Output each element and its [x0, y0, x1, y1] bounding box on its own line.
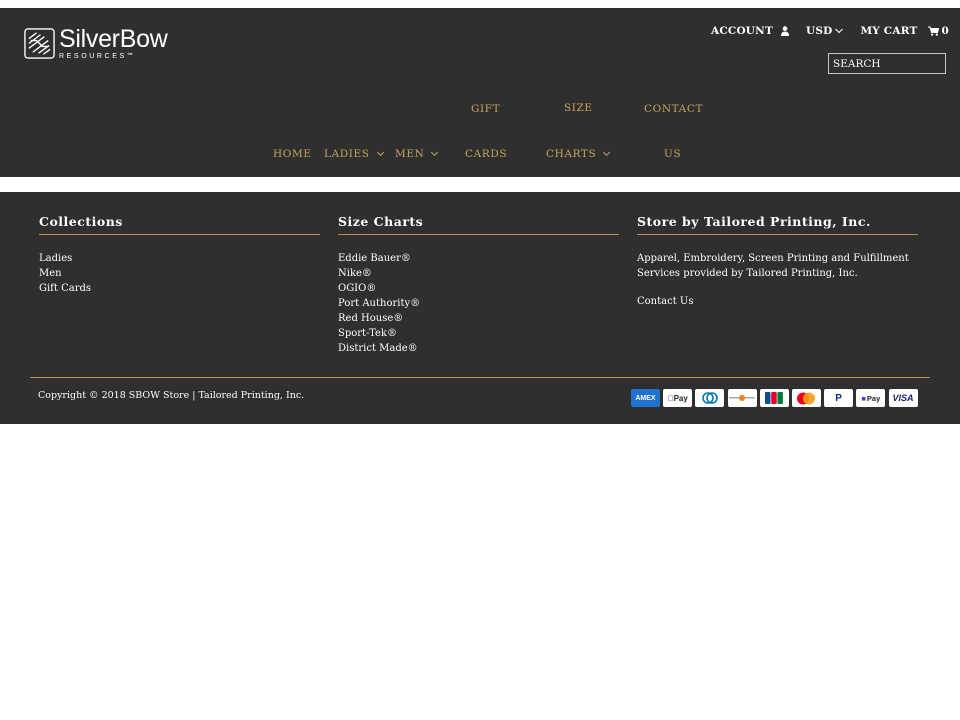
nav-contact-line1[interactable]: CONTACT	[644, 103, 703, 115]
site-footer: Collections Ladies Men Gift Cards Size C…	[0, 192, 960, 424]
footer-store: Store by Tailored Printing, Inc. Apparel…	[637, 215, 918, 307]
nav-ladies[interactable]: LADIES	[324, 148, 384, 160]
footer-link-men[interactable]: Men	[39, 266, 320, 281]
footer-link-ladies[interactable]: Ladies	[39, 251, 320, 266]
main-nav: HOME LADIES MEN GIFT CARDS SIZE CHARTS C…	[0, 8, 960, 177]
paypal-icon: P	[824, 389, 854, 407]
nav-size-charts-line1[interactable]: SIZE	[564, 102, 593, 114]
chevron-down-icon	[376, 148, 384, 157]
nav-contact-line2[interactable]: US	[664, 148, 681, 160]
mastercard-icon	[791, 389, 821, 407]
footer-collections: Collections Ladies Men Gift Cards	[39, 215, 320, 296]
nav-ladies-label: LADIES	[324, 148, 370, 160]
chevron-down-icon	[603, 148, 611, 157]
footer-link-district-made[interactable]: District Made®	[338, 341, 619, 356]
amex-icon: AMEX	[631, 389, 660, 407]
discover-icon	[727, 389, 757, 407]
divider	[338, 234, 619, 235]
site-header: SilverBow RESOURCES℠ ACCOUNT USD MY CART…	[0, 8, 960, 177]
visa-icon: VISA	[888, 389, 918, 407]
footer-link-ogio[interactable]: OGIO®	[338, 281, 619, 296]
nav-size-charts-label: CHARTS	[546, 148, 597, 160]
footer-store-text: Apparel, Embroidery, Screen Printing and…	[637, 253, 909, 279]
nav-men-label: MEN	[395, 148, 425, 160]
nav-size-charts-line2[interactable]: CHARTS	[546, 148, 611, 160]
footer-size-charts: Size Charts Eddie Bauer® Nike® OGIO® Por…	[338, 215, 619, 356]
copyright: Copyright © 2018 SBOW Store | Tailored P…	[38, 390, 305, 401]
footer-collections-heading: Collections	[39, 214, 123, 229]
footer-link-port-authority[interactable]: Port Authority®	[338, 296, 619, 311]
jcb-icon	[759, 389, 789, 407]
footer-link-red-house[interactable]: Red House®	[338, 311, 619, 326]
nav-gift-cards-line1[interactable]: GIFT	[471, 103, 500, 115]
divider	[39, 234, 320, 235]
footer-store-heading: Store by Tailored Printing, Inc.	[637, 214, 871, 229]
payment-icons: AMEX Pay P ■Pay VISA	[631, 389, 921, 407]
nav-gift-cards-line2[interactable]: CARDS	[465, 148, 507, 160]
footer-link-gift-cards[interactable]: Gift Cards	[39, 281, 320, 296]
top-strip	[0, 0, 960, 8]
chevron-down-icon	[431, 148, 439, 157]
nav-men[interactable]: MEN	[395, 148, 439, 160]
nav-home[interactable]: HOME	[273, 148, 312, 160]
divider	[637, 234, 918, 235]
diners-club-icon	[695, 389, 725, 407]
footer-link-sport-tek[interactable]: Sport-Tek®	[338, 326, 619, 341]
footer-link-eddie-bauer[interactable]: Eddie Bauer®	[338, 251, 619, 266]
footer-contact-link[interactable]: Contact Us	[637, 296, 918, 307]
content-area	[0, 177, 960, 192]
shopify-pay-icon: ■ Pay	[856, 389, 886, 407]
footer-link-nike[interactable]: Nike®	[338, 266, 619, 281]
footer-divider	[30, 377, 930, 378]
apple-pay-icon: Pay	[663, 389, 693, 407]
footer-size-charts-heading: Size Charts	[338, 214, 424, 229]
